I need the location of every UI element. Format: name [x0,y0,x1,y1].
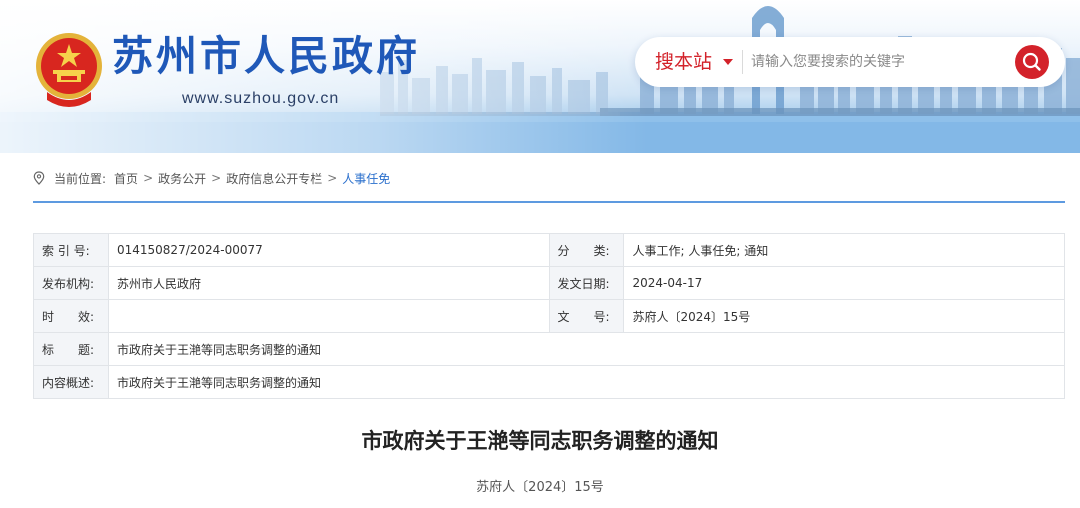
title-value: 市政府关于王滟等同志职务调整的通知 [107,332,1066,366]
breadcrumb-separator: > [211,171,222,185]
document-title: 市政府关于王滟等同志职务调整的通知 [361,429,719,453]
site-title: 苏州市人民政府 [112,32,420,80]
doc-no-value: 苏府人〔2024〕15号 [623,299,1065,333]
chevron-down-icon[interactable] [723,59,733,65]
site-url: www.suzhou.gov.cn [182,90,340,107]
breadcrumb-info-column[interactable]: 政府信息公开专栏 [226,170,322,187]
document-number: 苏府人〔2024〕15号 [476,480,604,495]
search-bar: 搜本站 [635,37,1065,87]
summary-label: 内容概述: [33,365,109,399]
validity-value [107,299,550,333]
table-row: 标 题: 市政府关于王滟等同志职务调整的通知 [33,332,1066,366]
title-label: 标 题: [33,332,109,366]
publisher-value: 苏州市人民政府 [107,266,550,300]
location-pin-icon [33,171,45,185]
summary-value: 市政府关于王滟等同志职务调整的通知 [107,365,1066,399]
header-banner: 苏州市人民政府 www.suzhou.gov.cn 搜本站 [0,0,1080,153]
breadcrumb-gov-affairs[interactable]: 政务公开 [158,170,206,187]
table-row: 内容概述: 市政府关于王滟等同志职务调整的通知 [33,365,1066,399]
search-scope-dropdown[interactable]: 搜本站 [655,37,712,87]
table-row: 时 效: 文 号: 苏府人〔2024〕15号 [33,299,1065,333]
table-row: 索 引 号: 014150827/2024-00077 分 类: 人事工作; 人… [33,233,1065,267]
issue-date-value: 2024-04-17 [623,266,1065,300]
breadcrumb-divider [33,201,1065,203]
breadcrumb-home[interactable]: 首页 [114,170,138,187]
index-no-value: 014150827/2024-00077 [107,233,550,267]
search-icon [1022,52,1041,71]
category-value: 人事工作; 人事任免; 通知 [623,233,1065,267]
document-metadata-table: 索 引 号: 014150827/2024-00077 分 类: 人事工作; 人… [33,233,1066,399]
breadcrumb: 当前位置: 首页 > 政务公开 > 政府信息公开专栏 > 人事任免 [33,168,390,188]
search-button[interactable] [1015,45,1049,79]
search-input[interactable] [751,47,1011,77]
index-no-label: 索 引 号: [33,233,109,267]
table-row: 发布机构: 苏州市人民政府 发文日期: 2024-04-17 [33,266,1065,300]
validity-label: 时 效: [33,299,109,333]
category-label: 分 类: [548,233,625,267]
breadcrumb-label: 当前位置: [54,171,107,186]
issue-date-label: 发文日期: [548,266,625,300]
breadcrumb-separator: > [327,171,338,185]
search-divider [742,50,743,74]
national-emblem-icon [36,33,102,107]
publisher-label: 发布机构: [33,266,109,300]
breadcrumb-separator: > [143,171,154,185]
doc-no-label: 文 号: [548,299,625,333]
breadcrumb-current[interactable]: 人事任免 [342,170,390,187]
